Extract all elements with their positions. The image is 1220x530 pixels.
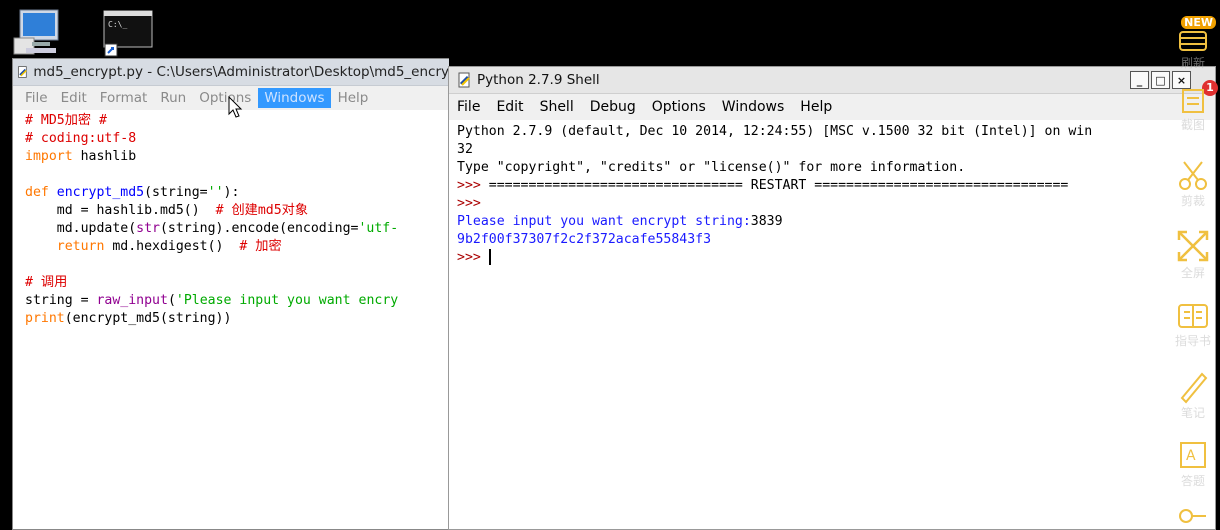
- shell-output-area[interactable]: Python 2.7.9 (default, Dec 10 2014, 12:2…: [449, 120, 1215, 267]
- python-shell-window: Python 2.7.9 Shell _ □ × File Edit Shell…: [448, 66, 1216, 530]
- shell-menubar: File Edit Shell Debug Options Windows He…: [449, 94, 1215, 120]
- code-line: # coding:utf-8: [25, 131, 137, 146]
- shell-md5-output: 9b2f00f37307f2c2f372acafe55843f3: [457, 232, 712, 247]
- shell-titlebar[interactable]: Python 2.7.9 Shell _ □ ×: [449, 67, 1215, 94]
- code-keyword: def: [25, 185, 49, 200]
- code-comment: # 调用: [25, 275, 68, 290]
- screenshot-label: 截图: [1180, 118, 1205, 132]
- editor-menu-edit[interactable]: Edit: [55, 88, 93, 108]
- code-text: (string).encode(encoding=: [159, 221, 359, 236]
- code-string: '': [207, 185, 224, 200]
- shell-line: Type "copyright", "credits" or "license(…: [457, 160, 966, 175]
- answer-tool[interactable]: A 答题: [1166, 438, 1220, 489]
- screenshot-icon: [1182, 89, 1204, 113]
- editor-titlebar[interactable]: md5_encrypt.py - C:\Users\Administrator\…: [13, 59, 449, 86]
- editor-title: md5_encrypt.py - C:\Users\Administrator\…: [33, 64, 449, 80]
- shell-menu-windows[interactable]: Windows: [722, 99, 785, 115]
- shell-menu-edit[interactable]: Edit: [496, 99, 523, 115]
- crop-tool[interactable]: 剪裁: [1166, 158, 1220, 209]
- editor-menu-format[interactable]: Format: [94, 88, 154, 108]
- code-string: 'utf-: [358, 221, 399, 236]
- shell-line: Python 2.7.9 (default, Dec 10 2014, 12:2…: [457, 124, 1093, 139]
- editor-menu-file[interactable]: File: [19, 88, 54, 108]
- editor-menu-options[interactable]: Options: [193, 88, 257, 108]
- editor-menu-run[interactable]: Run: [154, 88, 192, 108]
- python-file-icon: [18, 66, 27, 78]
- shell-line: 32: [457, 142, 473, 157]
- editor-menu-help[interactable]: Help: [332, 88, 375, 108]
- fullscreen-label: 全屏: [1180, 266, 1205, 280]
- guidebook-tool[interactable]: 指导书: [1166, 302, 1220, 349]
- shell-menu-shell[interactable]: Shell: [540, 99, 574, 115]
- code-text: md.hexdigest(): [104, 239, 240, 254]
- command-prompt-shortcut-icon[interactable]: C:\_: [103, 10, 155, 58]
- pencil-icon: [1180, 372, 1208, 404]
- svg-text:C:\_: C:\_: [108, 20, 127, 29]
- code-text: md.update(: [25, 221, 137, 236]
- code-text: (string=: [144, 185, 208, 200]
- mouse-cursor-icon: [228, 96, 243, 118]
- code-text: hashlib: [72, 149, 137, 164]
- screenshot-tool[interactable]: 截图: [1166, 86, 1220, 133]
- code-builtin: raw_input: [96, 293, 168, 308]
- code-text: string =: [25, 293, 97, 308]
- text-cursor: [488, 249, 491, 265]
- shell-restart-line: ================================ RESTART…: [480, 178, 1069, 193]
- crop-label: 剪裁: [1180, 194, 1205, 208]
- answer-label: 答题: [1180, 474, 1205, 488]
- computer-desktop-icon[interactable]: [12, 8, 70, 56]
- code-string: 'Please input you want encry: [175, 293, 399, 308]
- code-keyword: print: [25, 311, 65, 326]
- key-tool[interactable]: [1166, 504, 1220, 528]
- refresh-tool[interactable]: 刷新: [1166, 28, 1220, 71]
- editor-menu-windows[interactable]: Windows: [258, 88, 331, 108]
- code-keyword: return: [25, 239, 105, 254]
- right-toolbar: NEW 刷新 1 截图 剪裁 全屏 指导书 笔记 A 答题: [1164, 0, 1220, 528]
- scissors-icon: [1179, 161, 1207, 190]
- key-icon: [1179, 509, 1206, 523]
- code-text: md = hashlib.md5(): [25, 203, 216, 218]
- shell-menu-help[interactable]: Help: [800, 99, 832, 115]
- shell-prompt: >>>: [457, 178, 481, 193]
- editor-window: md5_encrypt.py - C:\Users\Administrator\…: [12, 58, 449, 530]
- code-line: # MD5加密 #: [25, 113, 107, 128]
- shell-prompt: >>>: [457, 250, 481, 265]
- code-keyword: import: [25, 149, 73, 164]
- notes-tool[interactable]: 笔记: [1166, 368, 1220, 421]
- shell-prompt: >>>: [457, 196, 481, 211]
- code-editor-text[interactable]: # MD5加密 # # coding:utf-8 import hashlib …: [13, 110, 449, 328]
- code-builtin: str: [136, 221, 160, 236]
- fullscreen-tool[interactable]: 全屏: [1166, 228, 1220, 281]
- fullscreen-icon: [1177, 230, 1209, 262]
- guidebook-label: 指导书: [1174, 334, 1211, 348]
- code-text: ):: [223, 185, 240, 200]
- code-text: (: [167, 293, 176, 308]
- code-comment: # 创建md5对象: [215, 203, 309, 218]
- book-icon: [1178, 304, 1208, 328]
- shell-menu-file[interactable]: File: [457, 99, 480, 115]
- refresh-label: 刷新: [1180, 56, 1205, 70]
- notes-label: 笔记: [1180, 406, 1205, 420]
- code-comment: # 加密: [239, 239, 282, 254]
- shell-title: Python 2.7.9 Shell: [477, 72, 600, 88]
- shell-input-value: 3839: [750, 214, 783, 229]
- python-shell-icon: [458, 72, 470, 88]
- code-function: encrypt_md5: [48, 185, 145, 200]
- code-text: (encrypt_md5(string)): [64, 311, 232, 326]
- svg-text:A: A: [1186, 448, 1196, 464]
- shell-input-label: Please input you want encrypt string:: [457, 214, 751, 229]
- refresh-icon: [1179, 31, 1207, 51]
- minimize-button[interactable]: _: [1130, 71, 1149, 89]
- shell-menu-debug[interactable]: Debug: [590, 99, 636, 115]
- shell-menu-options[interactable]: Options: [652, 99, 706, 115]
- answer-sheet-icon: A: [1180, 442, 1206, 468]
